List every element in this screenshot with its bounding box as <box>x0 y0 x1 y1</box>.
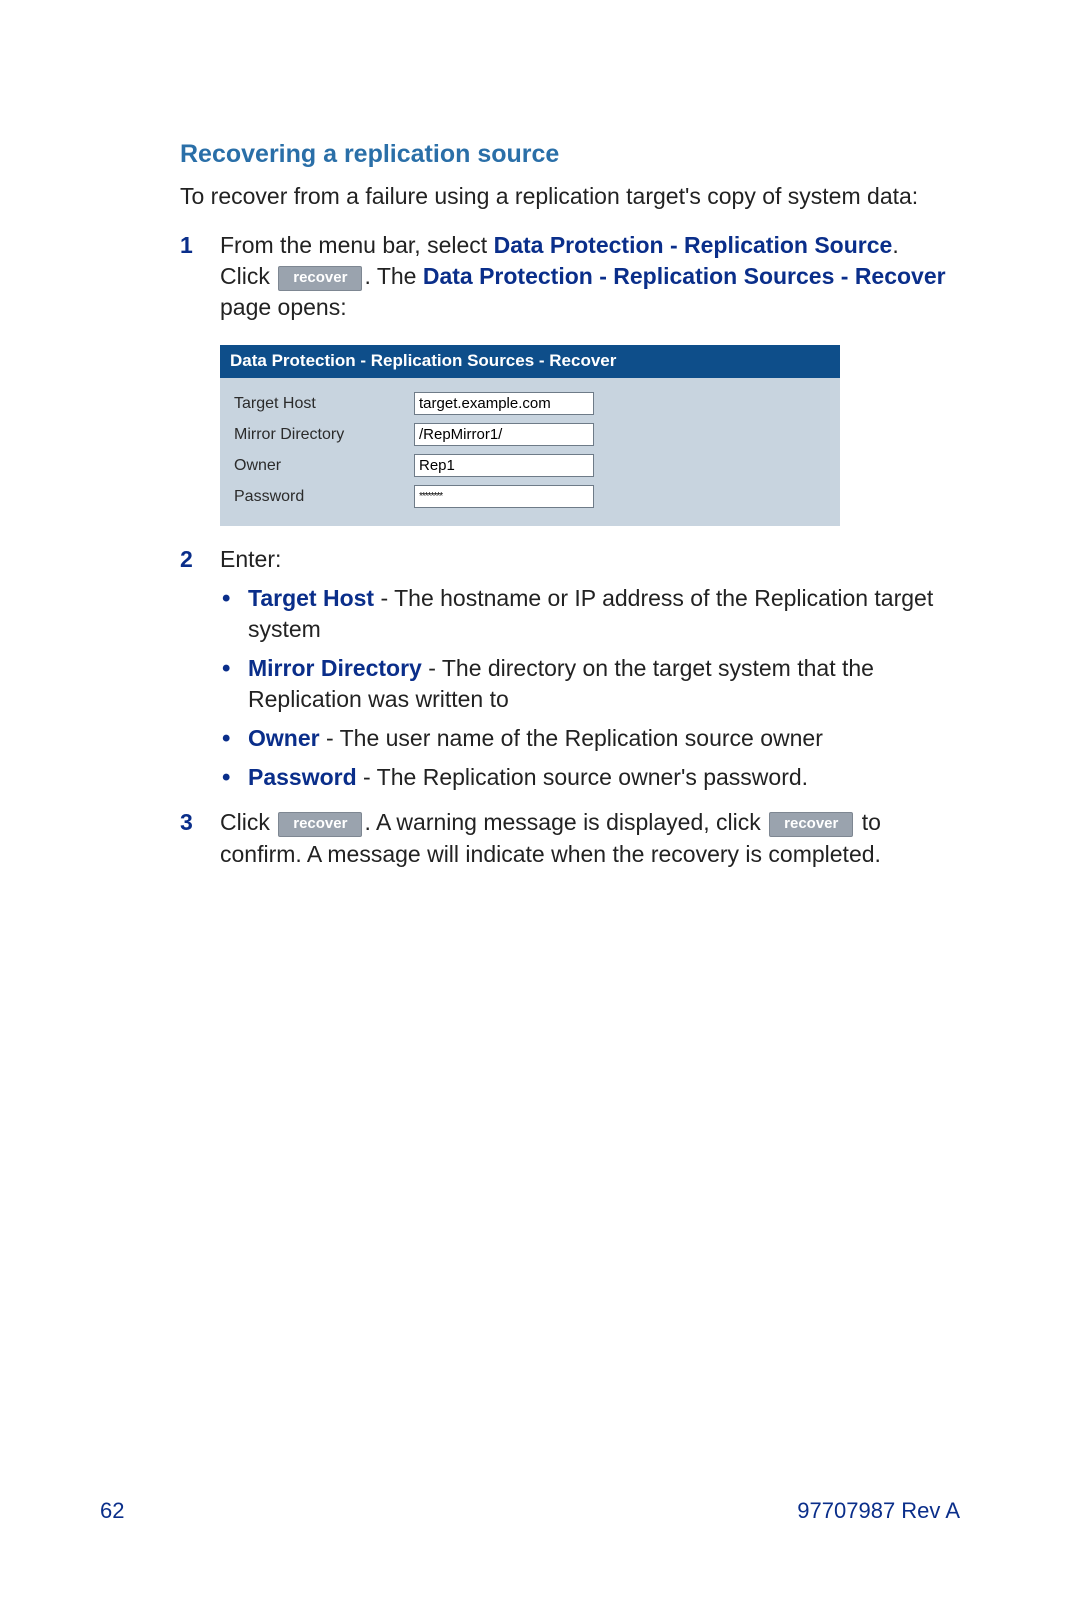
owner-input[interactable] <box>414 454 594 477</box>
form-row-mirror-directory: Mirror Directory <box>234 419 826 450</box>
section-title: Recovering a replication source <box>180 140 960 169</box>
form-row-password: Password <box>234 481 826 512</box>
step1-link-menu: Data Protection - Replication Source <box>494 232 893 258</box>
step3-text-a: Click <box>220 809 276 835</box>
step-1: From the menu bar, select Data Protectio… <box>180 230 960 526</box>
bullet-term: Mirror Directory <box>248 655 422 681</box>
intro-text: To recover from a failure using a replic… <box>180 181 960 212</box>
form-label: Owner <box>234 455 414 477</box>
mirror-directory-input[interactable] <box>414 423 594 446</box>
page-number: 62 <box>100 1498 124 1524</box>
form-row-owner: Owner <box>234 450 826 481</box>
step2-bullets: Target Host - The hostname or IP address… <box>220 583 960 793</box>
step-2: Enter: Target Host - The hostname or IP … <box>180 544 960 793</box>
target-host-input[interactable] <box>414 392 594 415</box>
bullet-desc: - The Replication source owner's passwor… <box>357 764 808 790</box>
recover-button[interactable]: recover <box>769 812 853 837</box>
bullet-term: Owner <box>248 725 320 751</box>
form-label: Mirror Directory <box>234 424 414 446</box>
steps-list: From the menu bar, select Data Protectio… <box>180 230 960 870</box>
doc-id: 97707987 Rev A <box>797 1498 960 1524</box>
page-footer: 62 97707987 Rev A <box>0 1498 1080 1524</box>
step2-lead: Enter: <box>220 546 281 572</box>
bullet-desc: - The user name of the Replication sourc… <box>320 725 823 751</box>
bullet-target-host: Target Host - The hostname or IP address… <box>220 583 960 645</box>
password-input[interactable] <box>414 485 594 508</box>
step-3: Click recover. A warning message is disp… <box>180 807 960 869</box>
step1-text-e: . The <box>364 263 422 289</box>
bullet-owner: Owner - The user name of the Replication… <box>220 723 960 754</box>
bullet-password: Password - The Replication source owner'… <box>220 762 960 793</box>
form-body: Target Host Mirror Directory Owner Passw… <box>220 378 840 526</box>
bullet-term: Password <box>248 764 357 790</box>
form-label: Target Host <box>234 393 414 415</box>
step3-text-b: . A warning message is displayed, click <box>364 809 767 835</box>
step1-text-c: . <box>892 232 898 258</box>
step1-text-g: page opens: <box>220 294 347 320</box>
bullet-mirror-directory: Mirror Directory - The directory on the … <box>220 653 960 715</box>
step1-page-name: Data Protection - Replication Sources - … <box>423 263 946 289</box>
bullet-term: Target Host <box>248 585 374 611</box>
recover-button[interactable]: recover <box>278 266 362 291</box>
step1-text-d: Click <box>220 263 276 289</box>
form-label: Password <box>234 486 414 508</box>
recover-button[interactable]: recover <box>278 812 362 837</box>
form-screenshot: Data Protection - Replication Sources - … <box>220 345 840 526</box>
page-content: Recovering a replication source To recov… <box>0 0 1080 870</box>
form-row-target-host: Target Host <box>234 388 826 419</box>
step1-text-a: From the menu bar, select <box>220 232 494 258</box>
form-title: Data Protection - Replication Sources - … <box>220 345 840 378</box>
